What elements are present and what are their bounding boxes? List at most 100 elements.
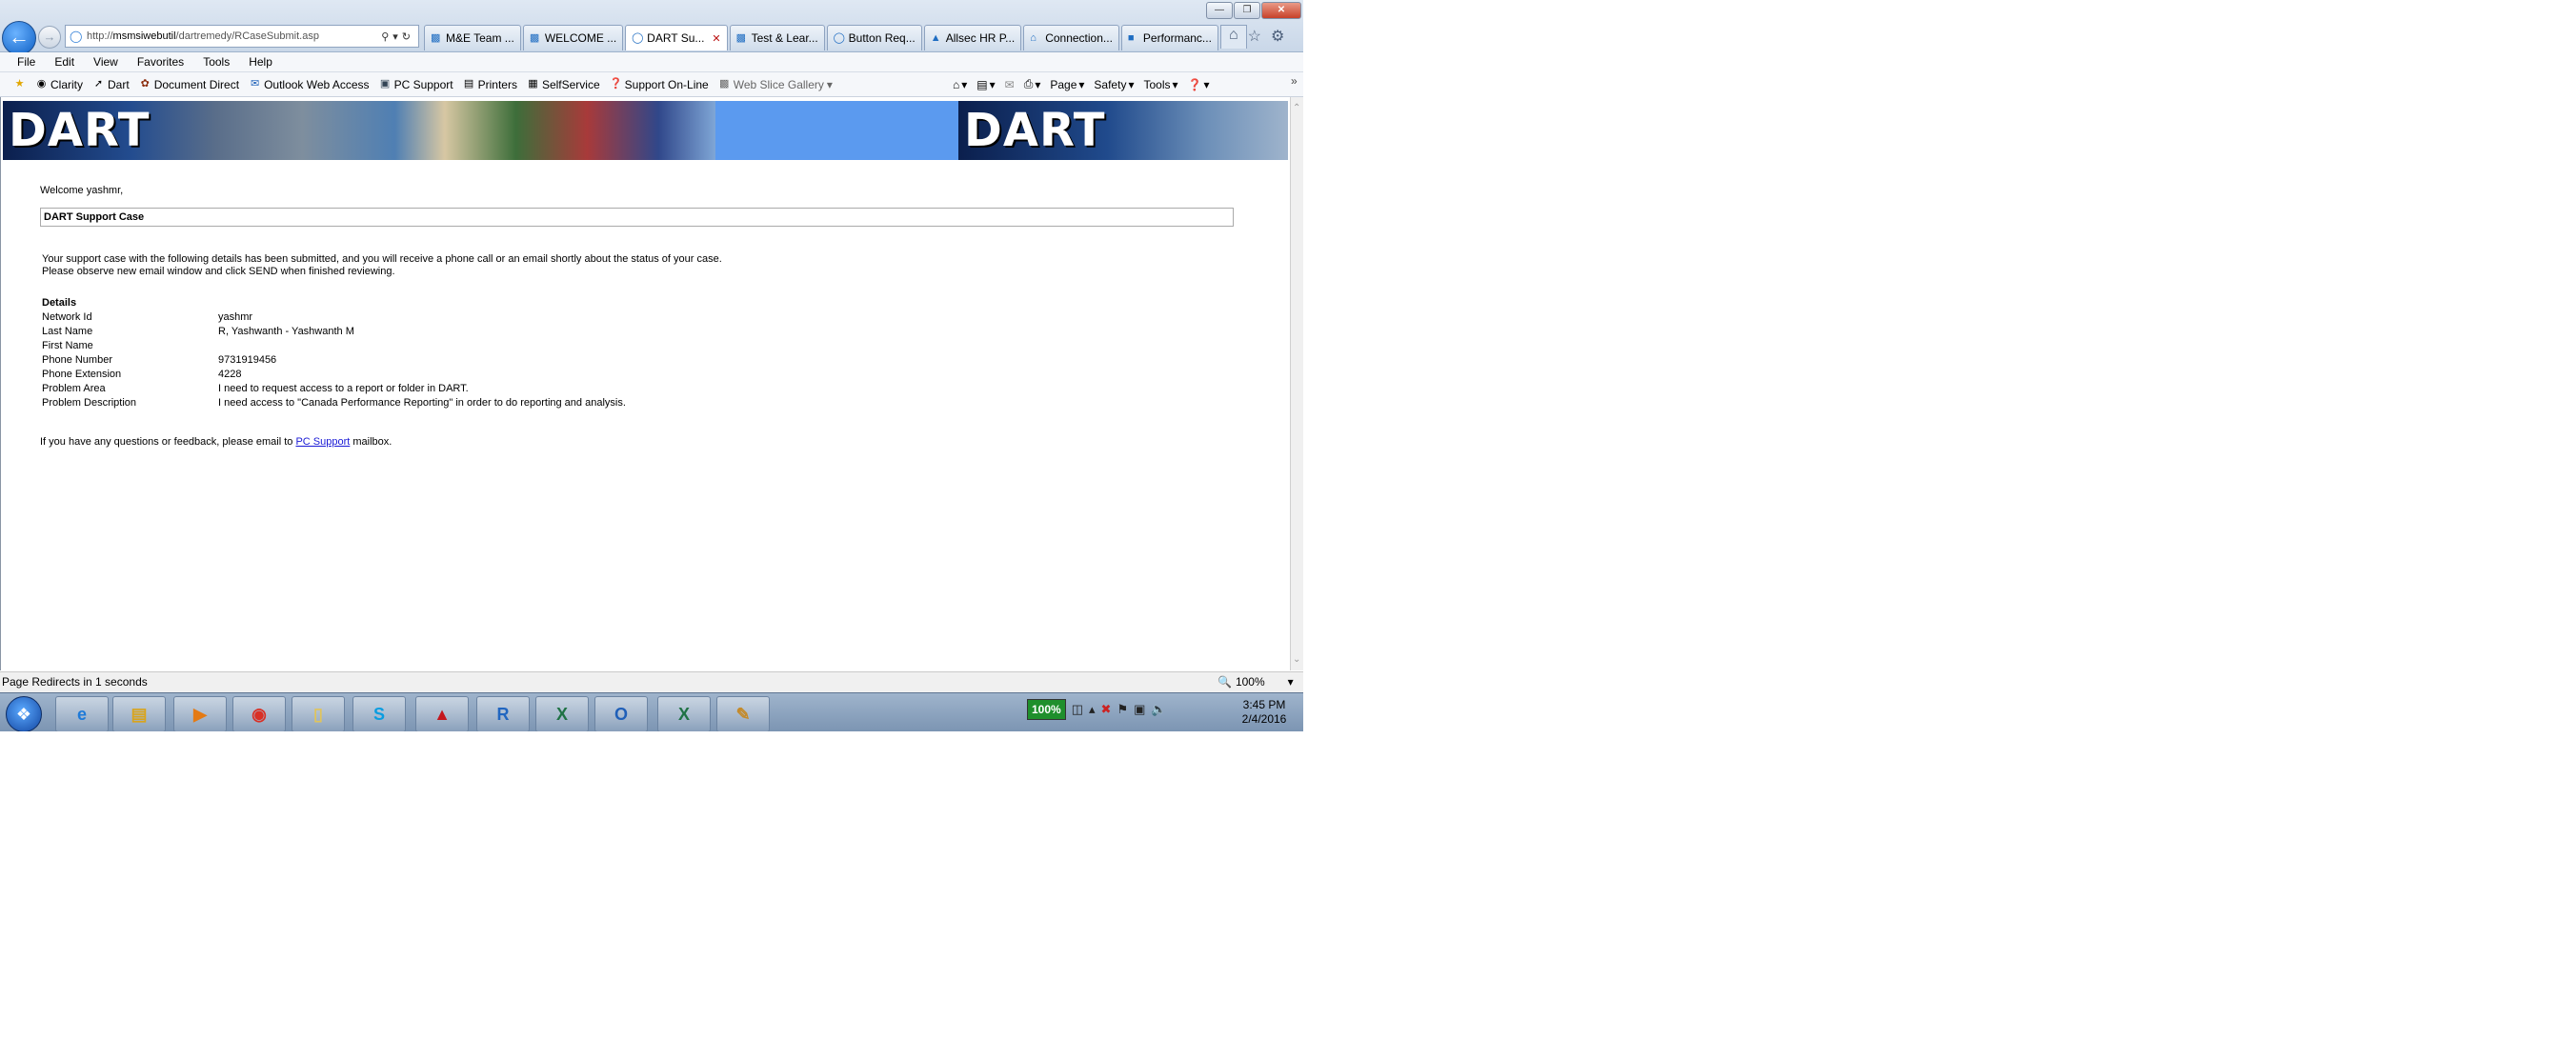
volume-icon[interactable]: 🔈 — [1151, 702, 1166, 717]
url-host: msmsiwebutil — [112, 30, 176, 42]
close-button[interactable]: ✕ — [1261, 2, 1301, 19]
tools-menu-label: Tools — [1143, 77, 1171, 91]
taskbar-clock[interactable]: 3:45 PM 2/4/2016 — [1237, 698, 1292, 727]
menu-help[interactable]: Help — [249, 55, 272, 69]
tab-label: Performanc... — [1142, 31, 1212, 45]
favorites-add-icon: ★ — [14, 78, 25, 90]
fav-clarity[interactable]: ◉ Clarity — [35, 78, 83, 91]
feeds-command[interactable]: ▤ ▾ — [976, 78, 995, 91]
outlook-icon: ✉ — [250, 78, 260, 90]
fav-label: PC Support — [393, 77, 453, 91]
action-center-flag-icon[interactable]: ⚑ — [1117, 702, 1128, 717]
tab-performance[interactable]: ■ Performanc... — [1120, 25, 1218, 50]
taskbar-paint-icon[interactable]: ✎ — [716, 696, 770, 732]
browser-titlebar: — ❐ ✕ ← → ◯ http://msmsiwebutil/dartreme… — [0, 0, 1303, 55]
taskbar-ie-icon[interactable]: e — [55, 696, 109, 732]
fav-dart[interactable]: ➚ Dart — [92, 78, 130, 91]
fav-outlook-web-access[interactable]: ✉ Outlook Web Access — [249, 78, 370, 91]
tab-welcome[interactable]: ▩ WELCOME ... — [522, 25, 624, 50]
read-mail-command[interactable]: ✉ — [1005, 78, 1015, 91]
battery-indicator[interactable]: 100% — [1027, 699, 1066, 720]
taskbar-excel-icon[interactable]: X — [535, 696, 589, 732]
fav-printers[interactable]: ▤ Printers — [463, 78, 517, 91]
url-prefix: http:// — [87, 30, 113, 42]
taskbar-skype-icon[interactable]: S — [352, 696, 406, 732]
taskbar-excel-2-icon[interactable]: X — [657, 696, 711, 732]
minimize-button[interactable]: — — [1206, 2, 1233, 19]
fav-label: Clarity — [50, 77, 84, 91]
menu-file[interactable]: File — [17, 55, 35, 69]
favorites-star-icon[interactable]: ☆ — [1248, 27, 1261, 46]
fav-selfservice[interactable]: ▦ SelfService — [527, 78, 599, 91]
forward-button[interactable]: → — [38, 26, 61, 49]
settings-gear-icon[interactable]: ⚙ — [1271, 27, 1284, 46]
taskbar-acrobat-icon[interactable]: ▲ — [415, 696, 469, 732]
taskbar-r-icon[interactable]: R — [476, 696, 530, 732]
menu-favorites[interactable]: Favorites — [137, 55, 184, 69]
feedback-text: If you have any questions or feedback, p… — [40, 436, 296, 448]
menu-tools[interactable]: Tools — [203, 55, 230, 69]
tab-button-req[interactable]: ◯ Button Req... — [826, 25, 922, 50]
pc-support-link[interactable]: PC Support — [295, 436, 350, 448]
tab-connection[interactable]: ⌂ Connection... — [1023, 25, 1119, 50]
fav-document-direct[interactable]: ✿ Document Direct — [139, 78, 239, 91]
page-menu[interactable]: Page ▾ — [1050, 78, 1084, 91]
print-command[interactable]: ⎙ ▾ — [1024, 77, 1041, 91]
top-right-icons: ⌂ ☆ ⚙ — [1229, 27, 1284, 46]
safety-menu[interactable]: Safety ▾ — [1094, 78, 1134, 91]
start-button[interactable]: ❖ — [6, 696, 42, 732]
help-menu[interactable]: ❓ ▾ — [1188, 78, 1210, 91]
detail-value: I need to request access to a report or … — [218, 383, 469, 394]
tray-overflow-icon[interactable]: ▴ — [1089, 702, 1096, 717]
dart-logo-left: DART — [9, 104, 151, 157]
network-disconnected-icon[interactable]: ✖ — [1101, 702, 1112, 717]
menu-view[interactable]: View — [93, 55, 118, 69]
detail-row: Problem Description I need access to "Can… — [42, 396, 626, 410]
details-heading: Details — [42, 297, 77, 309]
scroll-up-icon[interactable]: ⌃ — [1293, 103, 1300, 113]
safety-menu-label: Safety — [1094, 77, 1127, 91]
home-icon[interactable]: ⌂ — [1229, 27, 1238, 46]
scroll-down-icon[interactable]: ⌄ — [1293, 654, 1300, 665]
tools-menu[interactable]: Tools ▾ — [1143, 78, 1177, 91]
back-button[interactable]: ← — [2, 21, 36, 55]
system-tray: 100% ◫ ▴ ✖ ⚑ ▣ 🔈 — [1027, 699, 1167, 720]
detail-row: Problem Area I need to request access to … — [42, 382, 626, 396]
toolbar-overflow-chevron-icon[interactable]: » — [1291, 74, 1298, 88]
menu-edit[interactable]: Edit — [54, 55, 74, 69]
favorites-star-button[interactable]: ★ — [13, 78, 26, 90]
home-command[interactable]: ⌂ ▾ — [953, 78, 967, 91]
display-icon[interactable]: ▣ — [1134, 702, 1145, 717]
power-plug-icon[interactable]: ◫ — [1072, 702, 1083, 717]
url-path: /dartremedy/RCaseSubmit.asp — [175, 30, 319, 42]
fav-support-online[interactable]: ❓ Support On-Line — [610, 78, 709, 91]
tab-allsec-hr[interactable]: ▲ Allsec HR P... — [923, 25, 1022, 50]
tab-label: DART Su... — [647, 31, 705, 45]
taskbar-media-player-icon[interactable]: ▶ — [173, 696, 227, 732]
fav-web-slice-gallery[interactable]: ▩ Web Slice Gallery ▾ — [718, 78, 833, 91]
taskbar-chrome-icon[interactable]: ◉ — [232, 696, 286, 732]
address-url[interactable]: http://msmsiwebutil/dartremedy/RCaseSubm… — [87, 30, 381, 42]
tab-close-icon[interactable]: ✕ — [712, 32, 720, 45]
address-bar[interactable]: ◯ http://msmsiwebutil/dartremedy/RCaseSu… — [65, 25, 419, 48]
banner-left-image: DART — [3, 101, 715, 160]
zoom-control[interactable]: 🔍 100% ▾ — [1218, 672, 1294, 692]
fav-pc-support[interactable]: ▣ PC Support — [379, 78, 453, 91]
chevron-down-icon: ▾ — [1078, 77, 1085, 91]
taskbar-folder-icon[interactable]: ▯ — [292, 696, 345, 732]
taskbar-outlook-icon[interactable]: O — [594, 696, 648, 732]
restore-button[interactable]: ❐ — [1234, 2, 1260, 19]
message-line-2: Please observe new email window and clic… — [42, 266, 395, 277]
dart-banner: DART DART — [3, 101, 1288, 160]
clarity-icon: ◉ — [36, 78, 47, 90]
tab-me-team[interactable]: ▩ M&E Team ... — [424, 25, 521, 50]
tab-dart-support[interactable]: ◯ DART Su... ✕ — [625, 25, 728, 50]
address-tools[interactable]: ⚲▾↻ — [381, 30, 414, 43]
blank-area-right — [1303, 0, 2576, 1059]
vertical-scrollbar[interactable]: ⌃ ⌄ — [1290, 97, 1304, 670]
detail-row: Network Id yashmr — [42, 310, 626, 325]
tab-site-icon: ▩ — [529, 32, 540, 44]
tab-test-learn[interactable]: ▩ Test & Lear... — [729, 25, 825, 50]
status-bar: Page Redirects in 1 seconds 🔍 100% ▾ — [0, 671, 1303, 692]
taskbar-explorer-icon[interactable]: ▤ — [112, 696, 166, 732]
